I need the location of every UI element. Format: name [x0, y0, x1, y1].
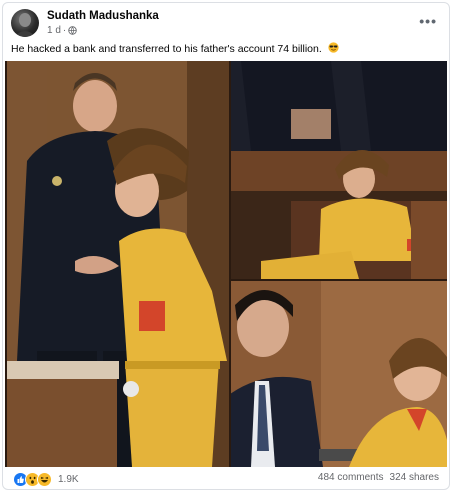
reactions-summary[interactable]: 1.9K [13, 472, 79, 487]
photo-panel-lawyer [231, 281, 447, 467]
haha-icon [37, 472, 52, 487]
caption-text: He hacked a bank and transferred to his … [11, 43, 322, 55]
post-time[interactable]: 1 d [47, 25, 61, 36]
post-footer: 1.9K 484 comments 324 shares [11, 471, 441, 487]
comments-count[interactable]: 484 comments [318, 472, 384, 483]
post-card: Sudath Madushanka 1 d · ••• He hacked a … [2, 2, 450, 490]
sunglasses-emoji [328, 42, 339, 53]
more-options-icon[interactable]: ••• [419, 13, 437, 29]
author-name[interactable]: Sudath Madushanka [47, 10, 159, 22]
shares-count[interactable]: 324 shares [390, 472, 439, 483]
post-photo[interactable] [5, 61, 447, 467]
photo-panel-standing [7, 61, 229, 467]
reaction-count: 1.9K [58, 474, 79, 485]
globe-icon [68, 26, 77, 35]
post-meta: 1 d · [47, 25, 77, 36]
post-caption: He hacked a bank and transferred to his … [11, 42, 339, 55]
author-avatar[interactable] [11, 9, 39, 37]
post-header: Sudath Madushanka 1 d · ••• [11, 7, 441, 39]
engagement-stats: 484 comments 324 shares [318, 472, 439, 483]
photo-panel-seated [231, 61, 447, 279]
